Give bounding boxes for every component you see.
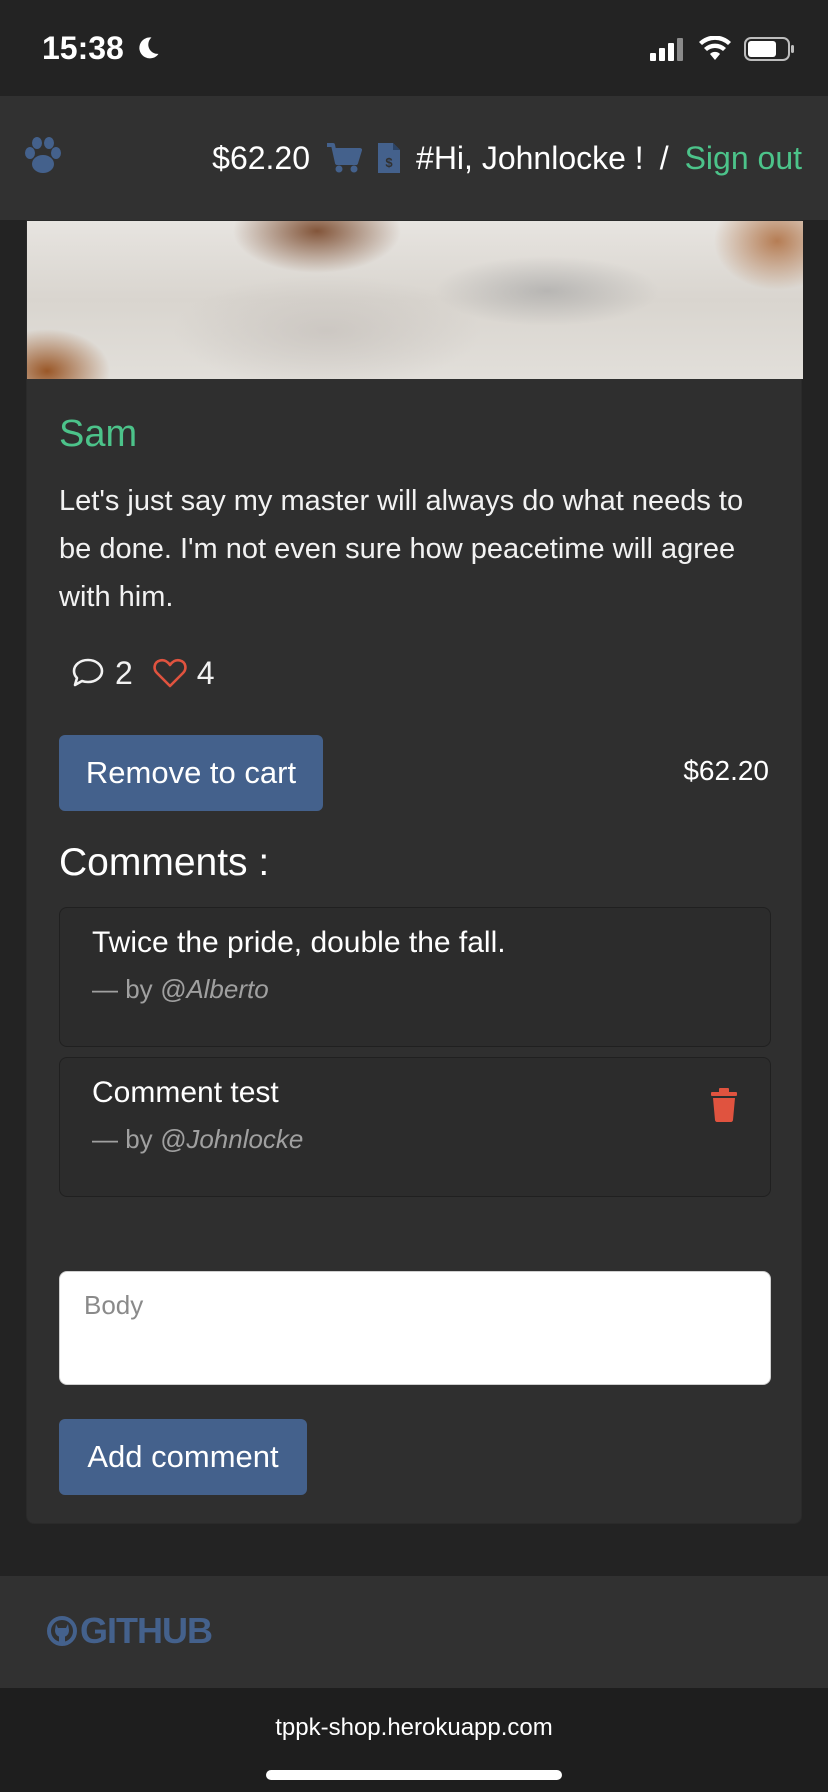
github-link[interactable]: GITHUB	[46, 1610, 213, 1652]
footer: GITHUB	[0, 1576, 828, 1688]
wifi-icon	[699, 36, 731, 60]
status-time: 15:38	[42, 30, 124, 66]
like-count: 4	[196, 654, 215, 691]
comment-by-prefix: — by	[92, 1124, 160, 1154]
sign-out-link[interactable]: Sign out	[685, 140, 802, 177]
pet-stats: 2 4	[71, 653, 225, 693]
moon-icon	[139, 37, 159, 59]
signal-icon	[650, 38, 683, 61]
comments-title: Comments :	[59, 841, 270, 884]
comment-author: @Johnlocke	[159, 1124, 304, 1154]
heart-icon[interactable]	[153, 657, 187, 689]
status-bar: 15:38	[0, 0, 828, 96]
github-icon	[47, 1616, 77, 1646]
comment-author: @Alberto	[159, 974, 269, 1004]
nav-separator: /	[659, 139, 669, 176]
comment-body: Comment test	[92, 1076, 279, 1109]
add-comment-button[interactable]: Add comment	[59, 1419, 307, 1495]
navbar: $62.20 $ #Hi, Johnlocke ! / Sign out	[0, 96, 828, 220]
browser-bar: tppk-shop.herokuapp.com	[0, 1688, 828, 1792]
comment-icon	[72, 658, 104, 687]
cart-icon[interactable]	[326, 142, 363, 174]
svg-text:$: $	[385, 155, 393, 170]
comment-body-input[interactable]	[59, 1271, 771, 1385]
trash-icon[interactable]	[710, 1088, 738, 1122]
paw-logo-icon[interactable]	[22, 136, 64, 176]
invoice-icon[interactable]: $	[376, 141, 402, 175]
comment-count: 2	[115, 654, 133, 691]
pet-price: $62.20	[683, 755, 769, 786]
home-indicator[interactable]	[266, 1770, 562, 1780]
pet-description: Let's just say my master will always do …	[59, 485, 744, 613]
comment-by-prefix: — by	[92, 974, 160, 1004]
comment-meta: — by @Johnlocke	[92, 1124, 303, 1155]
pet-name[interactable]: Sam	[59, 413, 137, 456]
url-text[interactable]: tppk-shop.herokuapp.com	[0, 1714, 828, 1742]
remove-from-cart-button[interactable]: Remove to cart	[59, 735, 323, 811]
comment-item: Comment test — by @Johnlocke	[59, 1057, 771, 1197]
comment-body: Twice the pride, double the fall.	[92, 926, 506, 959]
pet-image	[27, 221, 803, 379]
user-greeting: #Hi, Johnlocke !	[416, 139, 644, 176]
comment-meta: — by @Alberto	[92, 974, 269, 1005]
comment-item: Twice the pride, double the fall. — by @…	[59, 907, 771, 1047]
pet-card: Sam Let's just say my master will always…	[26, 220, 803, 1524]
status-icons	[650, 36, 796, 62]
nav-right: $62.20 $ #Hi, Johnlocke ! / Sign out	[212, 96, 802, 220]
github-label: GITHUB	[80, 1610, 213, 1651]
cart-total: $62.20	[212, 139, 311, 176]
battery-icon	[744, 37, 794, 61]
